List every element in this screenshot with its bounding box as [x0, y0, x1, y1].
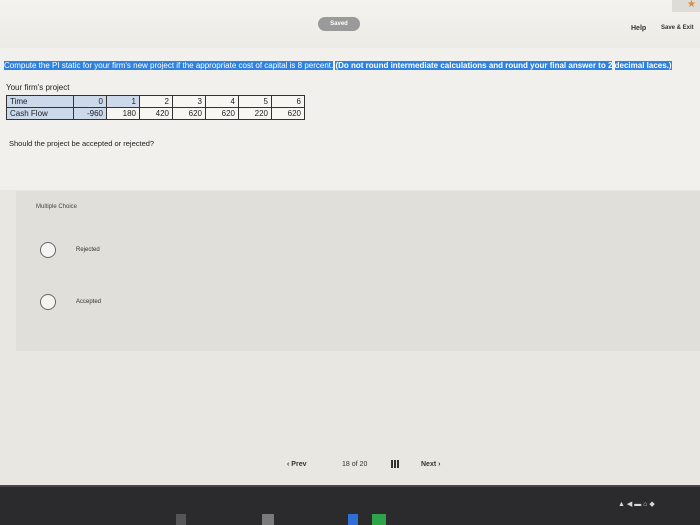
- table-row: Cash Flow -960 180 420 620 620 220 620: [6, 107, 305, 120]
- cash-flow-cell: 620: [205, 107, 239, 120]
- table-row: Time 0 1 2 3 4 5 6: [6, 95, 305, 108]
- tray-icons[interactable]: ▲ ◀ ▬ ⌂ ◆: [618, 500, 655, 508]
- row-label-time: Time: [6, 95, 74, 108]
- question-prompt: Compute the PI static for your firm's ne…: [4, 60, 694, 71]
- radio-button[interactable]: [40, 294, 56, 310]
- page-indicator: 18 of 20: [342, 461, 367, 468]
- multiple-choice-label: Multiple Choice: [36, 204, 78, 210]
- choice-label: Rejected: [76, 247, 100, 253]
- choices-panel: [16, 191, 700, 351]
- time-cell: 3: [172, 95, 206, 108]
- radio-button[interactable]: [40, 242, 56, 258]
- star-icon: ★: [687, 0, 696, 10]
- grid-icon[interactable]: [391, 460, 399, 468]
- time-cell: 1: [106, 95, 140, 108]
- total-pages: 20: [359, 461, 368, 468]
- chevron-right-icon: ›: [438, 461, 441, 468]
- choice-rejected[interactable]: Rejected: [40, 242, 100, 258]
- prompt-instruction-cont: decimal laces.): [614, 61, 672, 70]
- next-button[interactable]: Next ›: [421, 461, 440, 468]
- cash-flow-cell: 420: [139, 107, 173, 120]
- cash-flow-cell: 620: [271, 107, 305, 120]
- time-cell: 0: [73, 95, 107, 108]
- time-cell: 2: [139, 95, 173, 108]
- prompt-text: Compute the PI static for your firm's ne…: [4, 61, 334, 70]
- table-title: Your firm's project: [6, 83, 70, 92]
- taskbar-app-icon[interactable]: [372, 514, 386, 525]
- time-cell: 4: [205, 95, 239, 108]
- cash-flow-table: Time 0 1 2 3 4 5 6 Cash Flow -960 180 42…: [6, 95, 305, 120]
- save-exit-link[interactable]: Save & Exit: [661, 25, 694, 31]
- taskbar-divider: [0, 485, 700, 487]
- current-page: 18: [342, 461, 350, 468]
- taskbar-app-icon[interactable]: [176, 514, 186, 525]
- prev-button[interactable]: ‹ Prev: [287, 461, 306, 468]
- taskbar-app-icon[interactable]: [262, 514, 274, 525]
- cash-flow-cell: -960: [73, 107, 107, 120]
- next-label: Next: [421, 461, 437, 468]
- question-text: Should the project be accepted or reject…: [9, 139, 155, 148]
- of-label: of: [351, 461, 358, 468]
- cash-flow-cell: 620: [172, 107, 206, 120]
- choice-label: Accepted: [76, 299, 102, 305]
- cash-flow-cell: 180: [106, 107, 140, 120]
- window-corner: ★: [672, 0, 700, 12]
- chevron-left-icon: ‹: [287, 461, 290, 468]
- row-label-cash-flow: Cash Flow: [6, 107, 74, 120]
- cash-flow-cell: 220: [238, 107, 272, 120]
- help-link[interactable]: Help: [631, 25, 646, 32]
- time-cell: 6: [271, 95, 305, 108]
- saved-status-badge: Saved: [318, 17, 360, 31]
- prev-label: Prev: [291, 461, 307, 468]
- prompt-instruction: (Do not round intermediate calculations …: [335, 61, 613, 70]
- choice-accepted[interactable]: Accepted: [40, 294, 101, 310]
- taskbar-app-icon[interactable]: [348, 514, 358, 525]
- time-cell: 5: [238, 95, 272, 108]
